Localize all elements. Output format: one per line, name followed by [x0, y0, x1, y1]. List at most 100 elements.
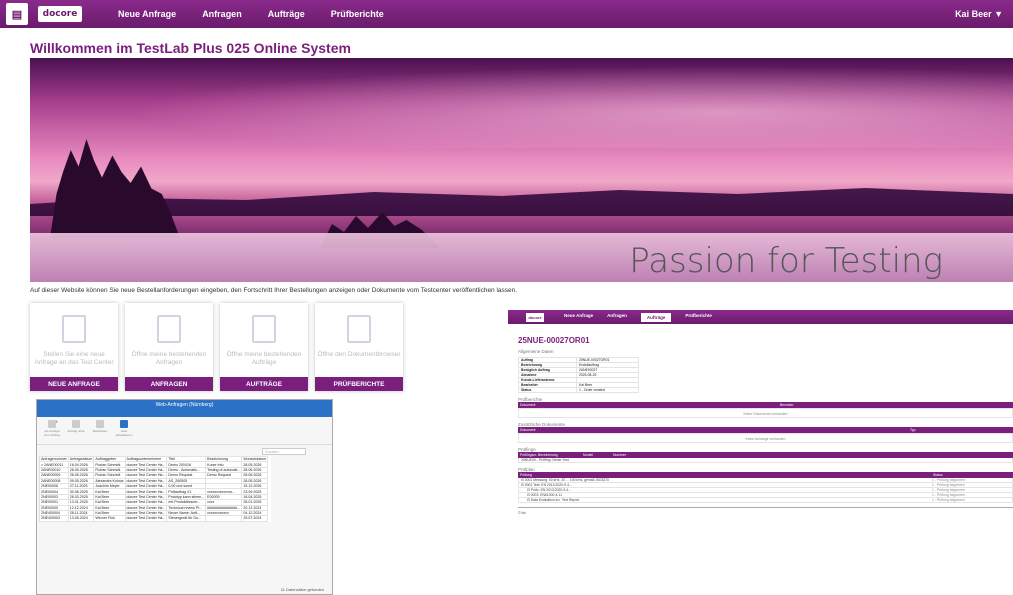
table-row[interactable]: 2NE00000 12.12.2024 Kai Beer docore Test Ce… [39, 504, 269, 511]
pruefberichte-button[interactable]: PRÜFBERICHTE [315, 377, 403, 391]
pdf-icon [347, 315, 371, 343]
nav-pruefberichte[interactable]: Prüfberichte [331, 9, 384, 19]
item-row[interactable]: 25NUE00... Prüfling: Neuer Test [518, 458, 1013, 463]
order-brand-logo[interactable]: docore [526, 312, 544, 322]
list-check-icon [157, 315, 181, 343]
table-row[interactable]: 2NE400003 13.05.2024 Werner Fink docore Tes… [39, 515, 269, 522]
hero-slogan: Passion for Testing [629, 241, 943, 281]
column-header[interactable]: Anfragenummer [39, 455, 69, 463]
test-name: ⊟ Data Evaluation inc. Test Report [527, 498, 580, 502]
table-cell: docore Test Center Ha... [124, 504, 168, 511]
tile-description: Öffne meine bestehenden Aufträge [226, 351, 302, 366]
table-row[interactable]: 2ANE00010 26.05.2026 Florian Schmidt docore… [39, 466, 269, 474]
table-row[interactable]: 2NE00004 30.06.2025 Kai Beer docore Test Ce… [39, 488, 269, 495]
test-status: 1 - Prüfung begonnen [932, 478, 965, 482]
anfragen-button[interactable]: ANFRAGEN [125, 377, 213, 391]
tile-neue-anfrage[interactable]: Stellen Sie eine neue Anfrage an das Tes… [30, 303, 118, 391]
order-id-title: 25NUE-00027OR01 [518, 336, 590, 345]
order-nav-auftraege[interactable]: Aufträge [640, 312, 672, 322]
table-cell: Prototyp kann stimm... [166, 493, 207, 501]
table-cell: 25.07.2024 [241, 515, 269, 522]
tile-description: Stellen Sie eine neue Anfrage an das Tes… [34, 351, 114, 366]
requests-table: Anfragenummer Anfragedatum Auftraggeber Auf… [39, 455, 269, 522]
grid-search-input[interactable]: Suchen [262, 448, 306, 455]
ribbon-button-order[interactable]: Auftrag ohne [67, 417, 85, 433]
order-nav: Neue Anfrage Anfragen Aufträge Prüfberic… [564, 312, 712, 322]
table-cell: Technical review Pr... [166, 504, 207, 511]
test-name: ⊟ Prüfz: EN 2013:2020-9-4... [527, 488, 572, 492]
list-check-icon [252, 315, 276, 343]
order-icon [72, 420, 80, 428]
column-header[interactable]: Anfragedatum [67, 455, 95, 463]
tile-pruefberichte[interactable]: Öffne den Dokumentbrowser PRÜFBERICHTE [315, 303, 403, 391]
order-nav-neue-anfrage[interactable]: Neue Anfrage [564, 313, 593, 322]
tile-description: Öffne den Dokumentbrowser [317, 351, 401, 358]
window-title: Web-Anfragen (Nürnberg) [37, 400, 332, 410]
table-cell: docore Test Center Ha... [124, 515, 168, 522]
document-icon [62, 315, 86, 343]
order-nav-pruefberichte[interactable]: Prüfberichte [685, 313, 712, 322]
page-title: Willkommen im TestLab Plus 025 Online Sy… [30, 40, 351, 56]
table-cell: docore Test Center Ha... [124, 493, 168, 501]
order-nav-anfragen[interactable]: Anfragen [607, 313, 627, 322]
user-menu[interactable]: Kai Beer ▼ [955, 9, 1003, 19]
table-cell: docore Test Center Ha... [124, 477, 168, 484]
test-name: ⊟ 0001 Messung: 50 kHz, 20 ... 100 kHz, … [521, 478, 610, 482]
edit-icon [96, 420, 104, 428]
requests-grid: Anfragenummer Anfragedatum Auftraggeber Auf… [39, 455, 271, 522]
ribbon-button-refresh[interactable]: Liste aktualisieren [115, 417, 133, 437]
column-header[interactable]: Auftragsunternehmen [124, 455, 168, 463]
table-cell [205, 515, 243, 522]
table-cell: Demo - Automatis... [166, 466, 207, 474]
order-detail-screenshot: docore Neue Anfrage Anfragen Aufträge Pr… [508, 310, 1013, 580]
table-cell: Steuergerät für Gu... [166, 515, 207, 522]
desktop-client-window: Web-Anfragen (Nürnberg) Start Als Anfrag… [36, 399, 333, 595]
ribbon: Als Anfrage zum Auftrag Auftrag ohne Bea… [37, 417, 332, 445]
table-cell: mit Produktbeschr... [166, 499, 207, 506]
action-tiles: Stellen Sie eine neue Anfrage an das Tes… [30, 303, 403, 391]
brand-logo[interactable]: docore [38, 6, 82, 22]
test-name: ⊟ 0002 Test: EN 2013:2020-9-4... [521, 483, 572, 487]
table-cell: Testing of automati... [205, 466, 243, 474]
app-menu-icon[interactable]: ▤ [6, 3, 28, 25]
ribbon-button-convert[interactable]: Als Anfrage zum Auftrag [43, 417, 61, 437]
test-row[interactable]: ⊟ Data Evaluation inc. Test Report 1 - Pr… [518, 498, 1013, 503]
field-value: 1 - Order created [576, 387, 639, 393]
tile-anfragen[interactable]: Öffne meine bestehenden Anfragen ANFRAGE… [125, 303, 213, 391]
test-status: 1 - Prüfung begonnen [932, 488, 965, 492]
test-name: ⊟ 0003: EN61000-4-11 [527, 493, 563, 497]
nav-anfragen[interactable]: Anfragen [202, 9, 242, 19]
nav-auftraege[interactable]: Aufträge [268, 9, 305, 19]
neue-anfrage-button[interactable]: NEUE ANFRAGE [30, 377, 118, 391]
ribbon-button-edit[interactable]: Bearbeiten [91, 417, 109, 433]
table-cell: Werner Fink [93, 515, 126, 522]
column-header[interactable]: Wunschdatum [241, 455, 269, 463]
table-cell: docore Test Center Ha... [124, 466, 168, 474]
documents-empty: Keine Anhänge vorhanden [518, 433, 1013, 443]
table-cell: docore Test Center Ha... [124, 488, 168, 495]
order-topbar: docore Neue Anfrage Anfragen Aufträge Pr… [508, 310, 1013, 324]
tests-list: ⊟ 0001 Messung: 50 kHz, 20 ... 100 kHz, … [508, 478, 1013, 503]
refresh-icon [120, 420, 128, 428]
auftraege-button[interactable]: AUFTRÄGE [220, 377, 308, 391]
ribbon-tabs: Start [37, 410, 332, 425]
order-footer: © list [518, 511, 526, 515]
table-cell: docore Test Center Ha... [124, 499, 168, 506]
table-cell: ###############... [205, 504, 243, 511]
main-nav: Neue Anfrage Anfragen Aufträge Prüfberic… [118, 9, 384, 19]
convert-icon [48, 420, 56, 428]
nav-neue-anfrage[interactable]: Neue Anfrage [118, 9, 176, 19]
records-count: 11 Datensätze gefunden [280, 587, 324, 592]
table-cell: docore Test Center Ha... [124, 472, 168, 479]
test-status: 1 - Prüfung begonnen [932, 483, 965, 487]
general-data-row: Status 1 - Order created [518, 387, 639, 393]
table-cell: docore Test Center Ha... [124, 509, 168, 517]
general-data-heading: Allgemeine Daten [518, 349, 554, 354]
table-cell: Neuer Name: Auft... [166, 509, 207, 517]
table-cell: docore Test Center Ha... [124, 482, 168, 490]
divider [518, 507, 1013, 508]
tile-description: Öffne meine bestehenden Anfragen [131, 351, 207, 366]
tile-auftraege[interactable]: Öffne meine bestehenden Aufträge AUFTRÄG… [220, 303, 308, 391]
table-cell: 13.05.2024 [67, 515, 95, 522]
intro-text: Auf dieser Website können Sie neue Beste… [30, 287, 518, 294]
